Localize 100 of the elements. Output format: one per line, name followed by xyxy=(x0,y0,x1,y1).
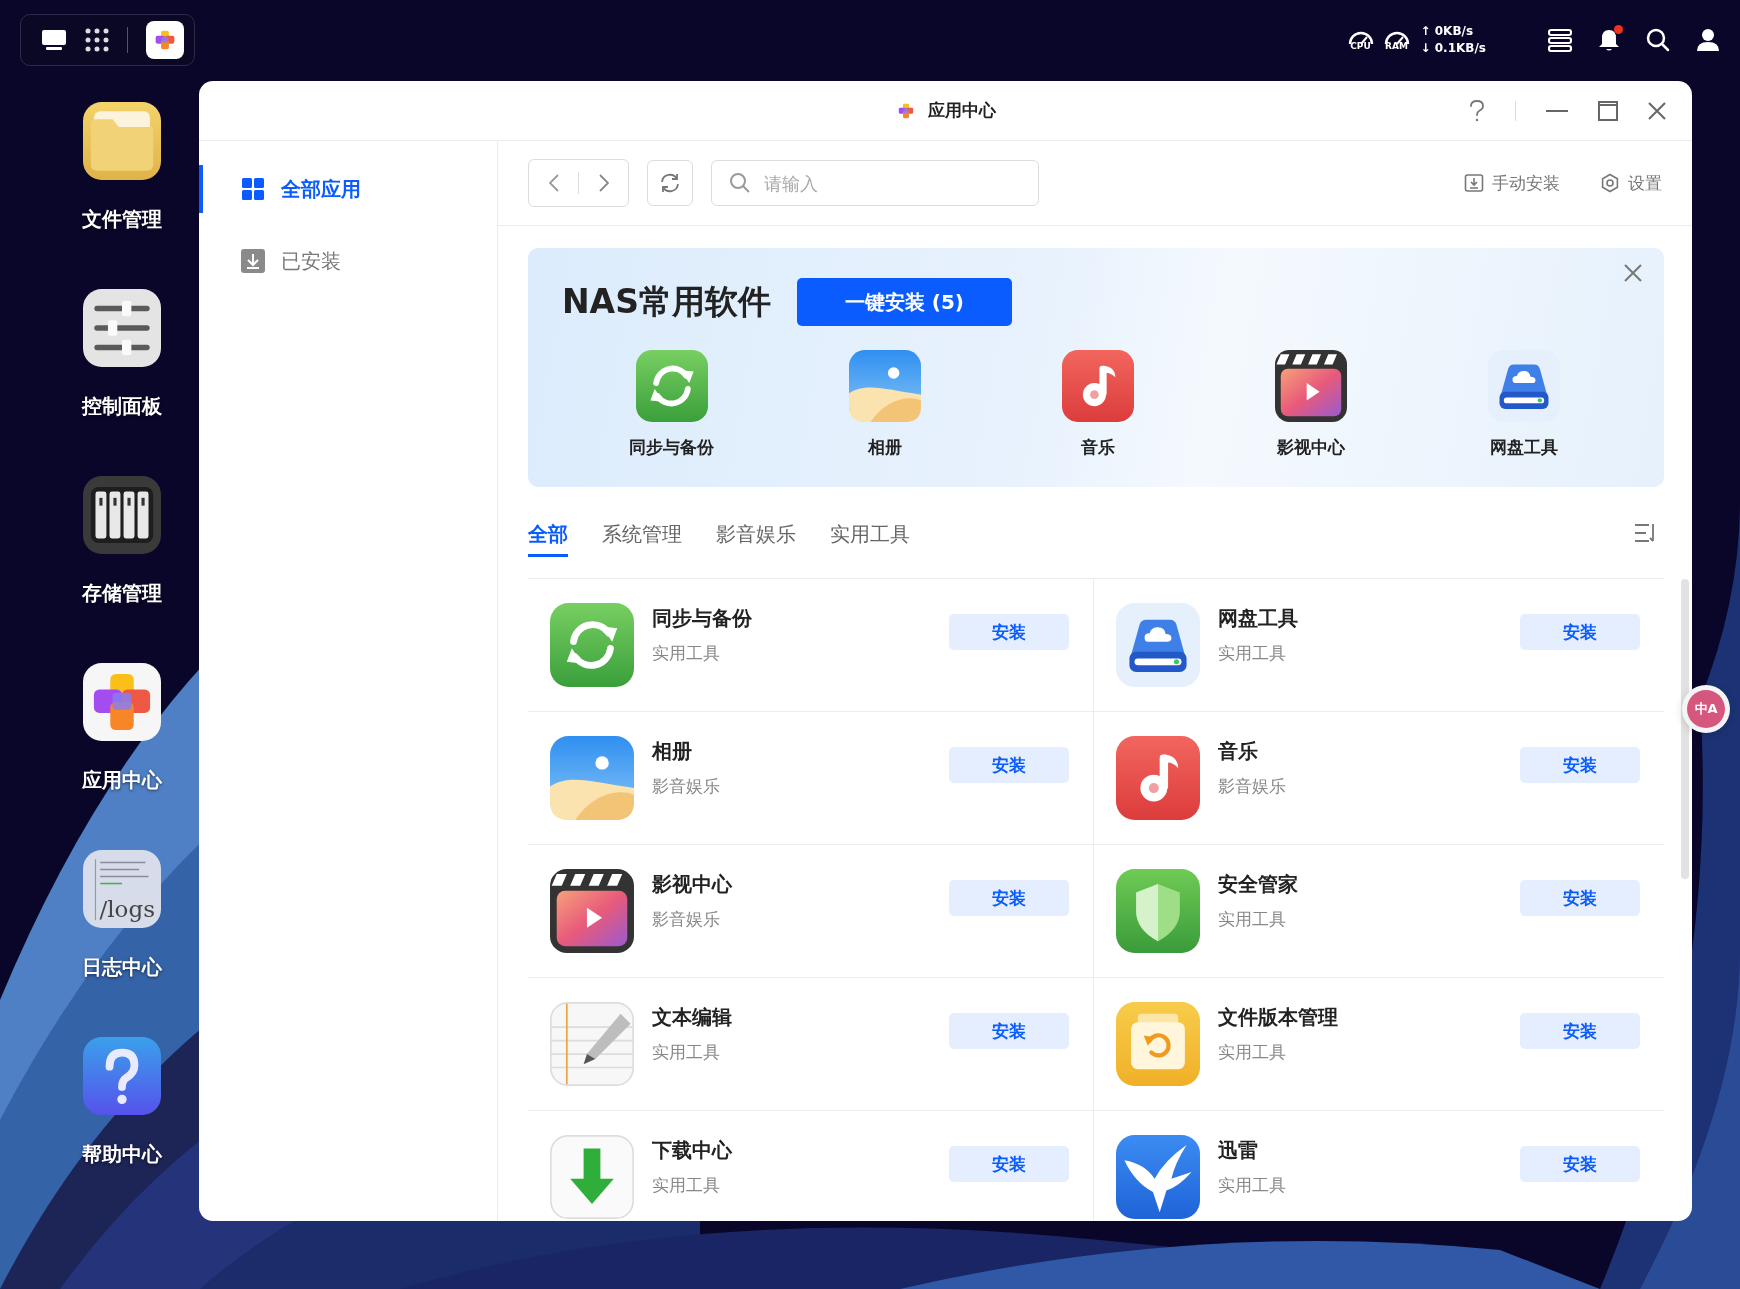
install-button[interactable]: 安装 xyxy=(949,747,1069,783)
desktop-icon-label: 文件管理 xyxy=(82,206,162,233)
sort-icon[interactable] xyxy=(1634,523,1656,543)
shield-icon xyxy=(1116,869,1200,953)
photo-icon xyxy=(550,736,634,820)
user-icon[interactable] xyxy=(1696,28,1720,52)
app-cross-icon[interactable] xyxy=(83,663,161,741)
app-name: 网盘工具 xyxy=(1218,605,1299,632)
search-icon[interactable] xyxy=(1646,28,1670,52)
category-tab[interactable]: 影音娱乐 xyxy=(716,514,796,557)
clapperboard-icon xyxy=(550,869,634,953)
taskbar-app-button[interactable] xyxy=(146,21,184,59)
sidebar-item[interactable]: 全部应用 xyxy=(199,165,497,213)
install-button[interactable]: 安装 xyxy=(949,1013,1069,1049)
refresh-button[interactable] xyxy=(647,160,693,206)
install-button[interactable]: 安装 xyxy=(1520,747,1640,783)
search-icon xyxy=(729,172,751,194)
featured-app[interactable]: 音乐 xyxy=(991,350,1204,459)
upload-speed: ↑ 0KB/s xyxy=(1420,23,1475,40)
chevron-right-icon xyxy=(598,174,609,192)
scrollbar[interactable] xyxy=(1681,579,1689,879)
app-category: 实用工具 xyxy=(652,1041,721,1064)
install-button[interactable]: 安装 xyxy=(1520,880,1640,916)
desktop-icon-label: 日志中心 xyxy=(82,954,162,981)
search-field[interactable]: 请输入 xyxy=(711,160,1039,206)
download-box-icon xyxy=(241,249,265,273)
window-title: 应用中心 xyxy=(927,99,996,122)
log-file-icon[interactable] xyxy=(83,850,161,928)
drive-bays-icon[interactable] xyxy=(83,476,161,554)
minimize-icon[interactable] xyxy=(1546,109,1568,112)
sidebar-label: 已安装 xyxy=(281,247,341,275)
cpu-label: CPU xyxy=(1350,41,1371,51)
question-mark-icon[interactable] xyxy=(83,1037,161,1115)
category-tab[interactable]: 系统管理 xyxy=(602,514,682,557)
folder-icon[interactable] xyxy=(83,102,161,180)
app-category: 实用工具 xyxy=(1218,908,1287,931)
sidebar-label: 全部应用 xyxy=(281,175,361,203)
app-name: 同步与备份 xyxy=(652,605,753,632)
app-category: 实用工具 xyxy=(652,1174,721,1197)
download-speed: ↓ 0.1KB/s xyxy=(1420,40,1486,57)
app-category: 实用工具 xyxy=(1218,642,1287,665)
install-all-button[interactable]: 一键安装 (5) xyxy=(796,278,1012,326)
app-category: 影音娱乐 xyxy=(652,775,721,798)
featured-app[interactable]: 网盘工具 xyxy=(1417,350,1630,459)
music-note-icon xyxy=(1116,736,1200,820)
app-name: 文本编辑 xyxy=(652,1004,733,1031)
toolbar-action[interactable]: 设置 xyxy=(1600,171,1662,195)
app-name: 相册 xyxy=(652,738,693,765)
app-category: 实用工具 xyxy=(1218,1174,1287,1197)
category-tab[interactable]: 全部 xyxy=(528,514,568,557)
featured-app[interactable]: 相册 xyxy=(778,350,991,459)
notification-button[interactable] xyxy=(1598,28,1620,52)
install-button[interactable]: 安装 xyxy=(949,880,1069,916)
maximize-icon[interactable] xyxy=(1598,100,1618,121)
notepad-icon xyxy=(550,1002,634,1086)
sliders-icon[interactable] xyxy=(83,289,161,367)
close-icon[interactable] xyxy=(1624,264,1642,282)
clapperboard-icon xyxy=(1274,350,1347,422)
toolbar-action[interactable]: 手动安装 xyxy=(1464,171,1560,195)
featured-app-label: 网盘工具 xyxy=(1489,436,1558,459)
app-category: 实用工具 xyxy=(1218,1041,1287,1064)
desktop-icon-label: 帮助中心 xyxy=(82,1141,162,1168)
sidebar-item[interactable]: 已安装 xyxy=(199,237,497,285)
app-name: 音乐 xyxy=(1218,738,1259,765)
app-grid-icon[interactable] xyxy=(85,28,109,52)
desktop-icon-label: 控制面板 xyxy=(82,393,162,420)
install-icon xyxy=(1464,173,1484,193)
desktop-icon-label: 存储管理 xyxy=(82,580,162,607)
install-button[interactable]: 安装 xyxy=(949,614,1069,650)
install-button[interactable]: 安装 xyxy=(1520,614,1640,650)
app-category: 实用工具 xyxy=(652,642,721,665)
server-list-icon[interactable] xyxy=(1548,28,1572,52)
close-icon[interactable] xyxy=(1648,101,1666,120)
sync-icon xyxy=(550,603,634,687)
app-name: 迅雷 xyxy=(1218,1137,1259,1164)
app-category: 影音娱乐 xyxy=(652,908,721,931)
install-button[interactable]: 安装 xyxy=(949,1146,1069,1182)
banner-title: NAS常用软件 xyxy=(562,280,771,323)
folder-restore-icon xyxy=(1116,1002,1200,1086)
install-button[interactable]: 安装 xyxy=(1520,1013,1640,1049)
featured-app-label: 影视中心 xyxy=(1276,436,1345,459)
category-tab[interactable]: 实用工具 xyxy=(830,514,910,557)
sync-icon xyxy=(635,350,708,422)
monitor-icon[interactable] xyxy=(41,29,67,51)
app-name: 影视中心 xyxy=(652,871,733,898)
featured-app[interactable]: 影视中心 xyxy=(1204,350,1417,459)
settings-icon xyxy=(1600,173,1620,193)
help-icon[interactable] xyxy=(1469,99,1485,122)
app-name: 文件版本管理 xyxy=(1218,1004,1339,1031)
app-name: 安全管家 xyxy=(1218,871,1299,898)
grid-icon xyxy=(241,177,265,201)
app-category: 影音娱乐 xyxy=(1218,775,1287,798)
ram-label: RAM xyxy=(1385,41,1408,51)
app-name: 下载中心 xyxy=(652,1137,733,1164)
featured-app[interactable]: 同步与备份 xyxy=(565,350,778,459)
featured-app-label: 同步与备份 xyxy=(629,436,714,459)
install-button[interactable]: 安装 xyxy=(1520,1146,1640,1182)
chevron-left-icon xyxy=(548,174,559,192)
cloud-drive-icon xyxy=(1116,603,1200,687)
featured-app-label: 音乐 xyxy=(1080,436,1115,459)
